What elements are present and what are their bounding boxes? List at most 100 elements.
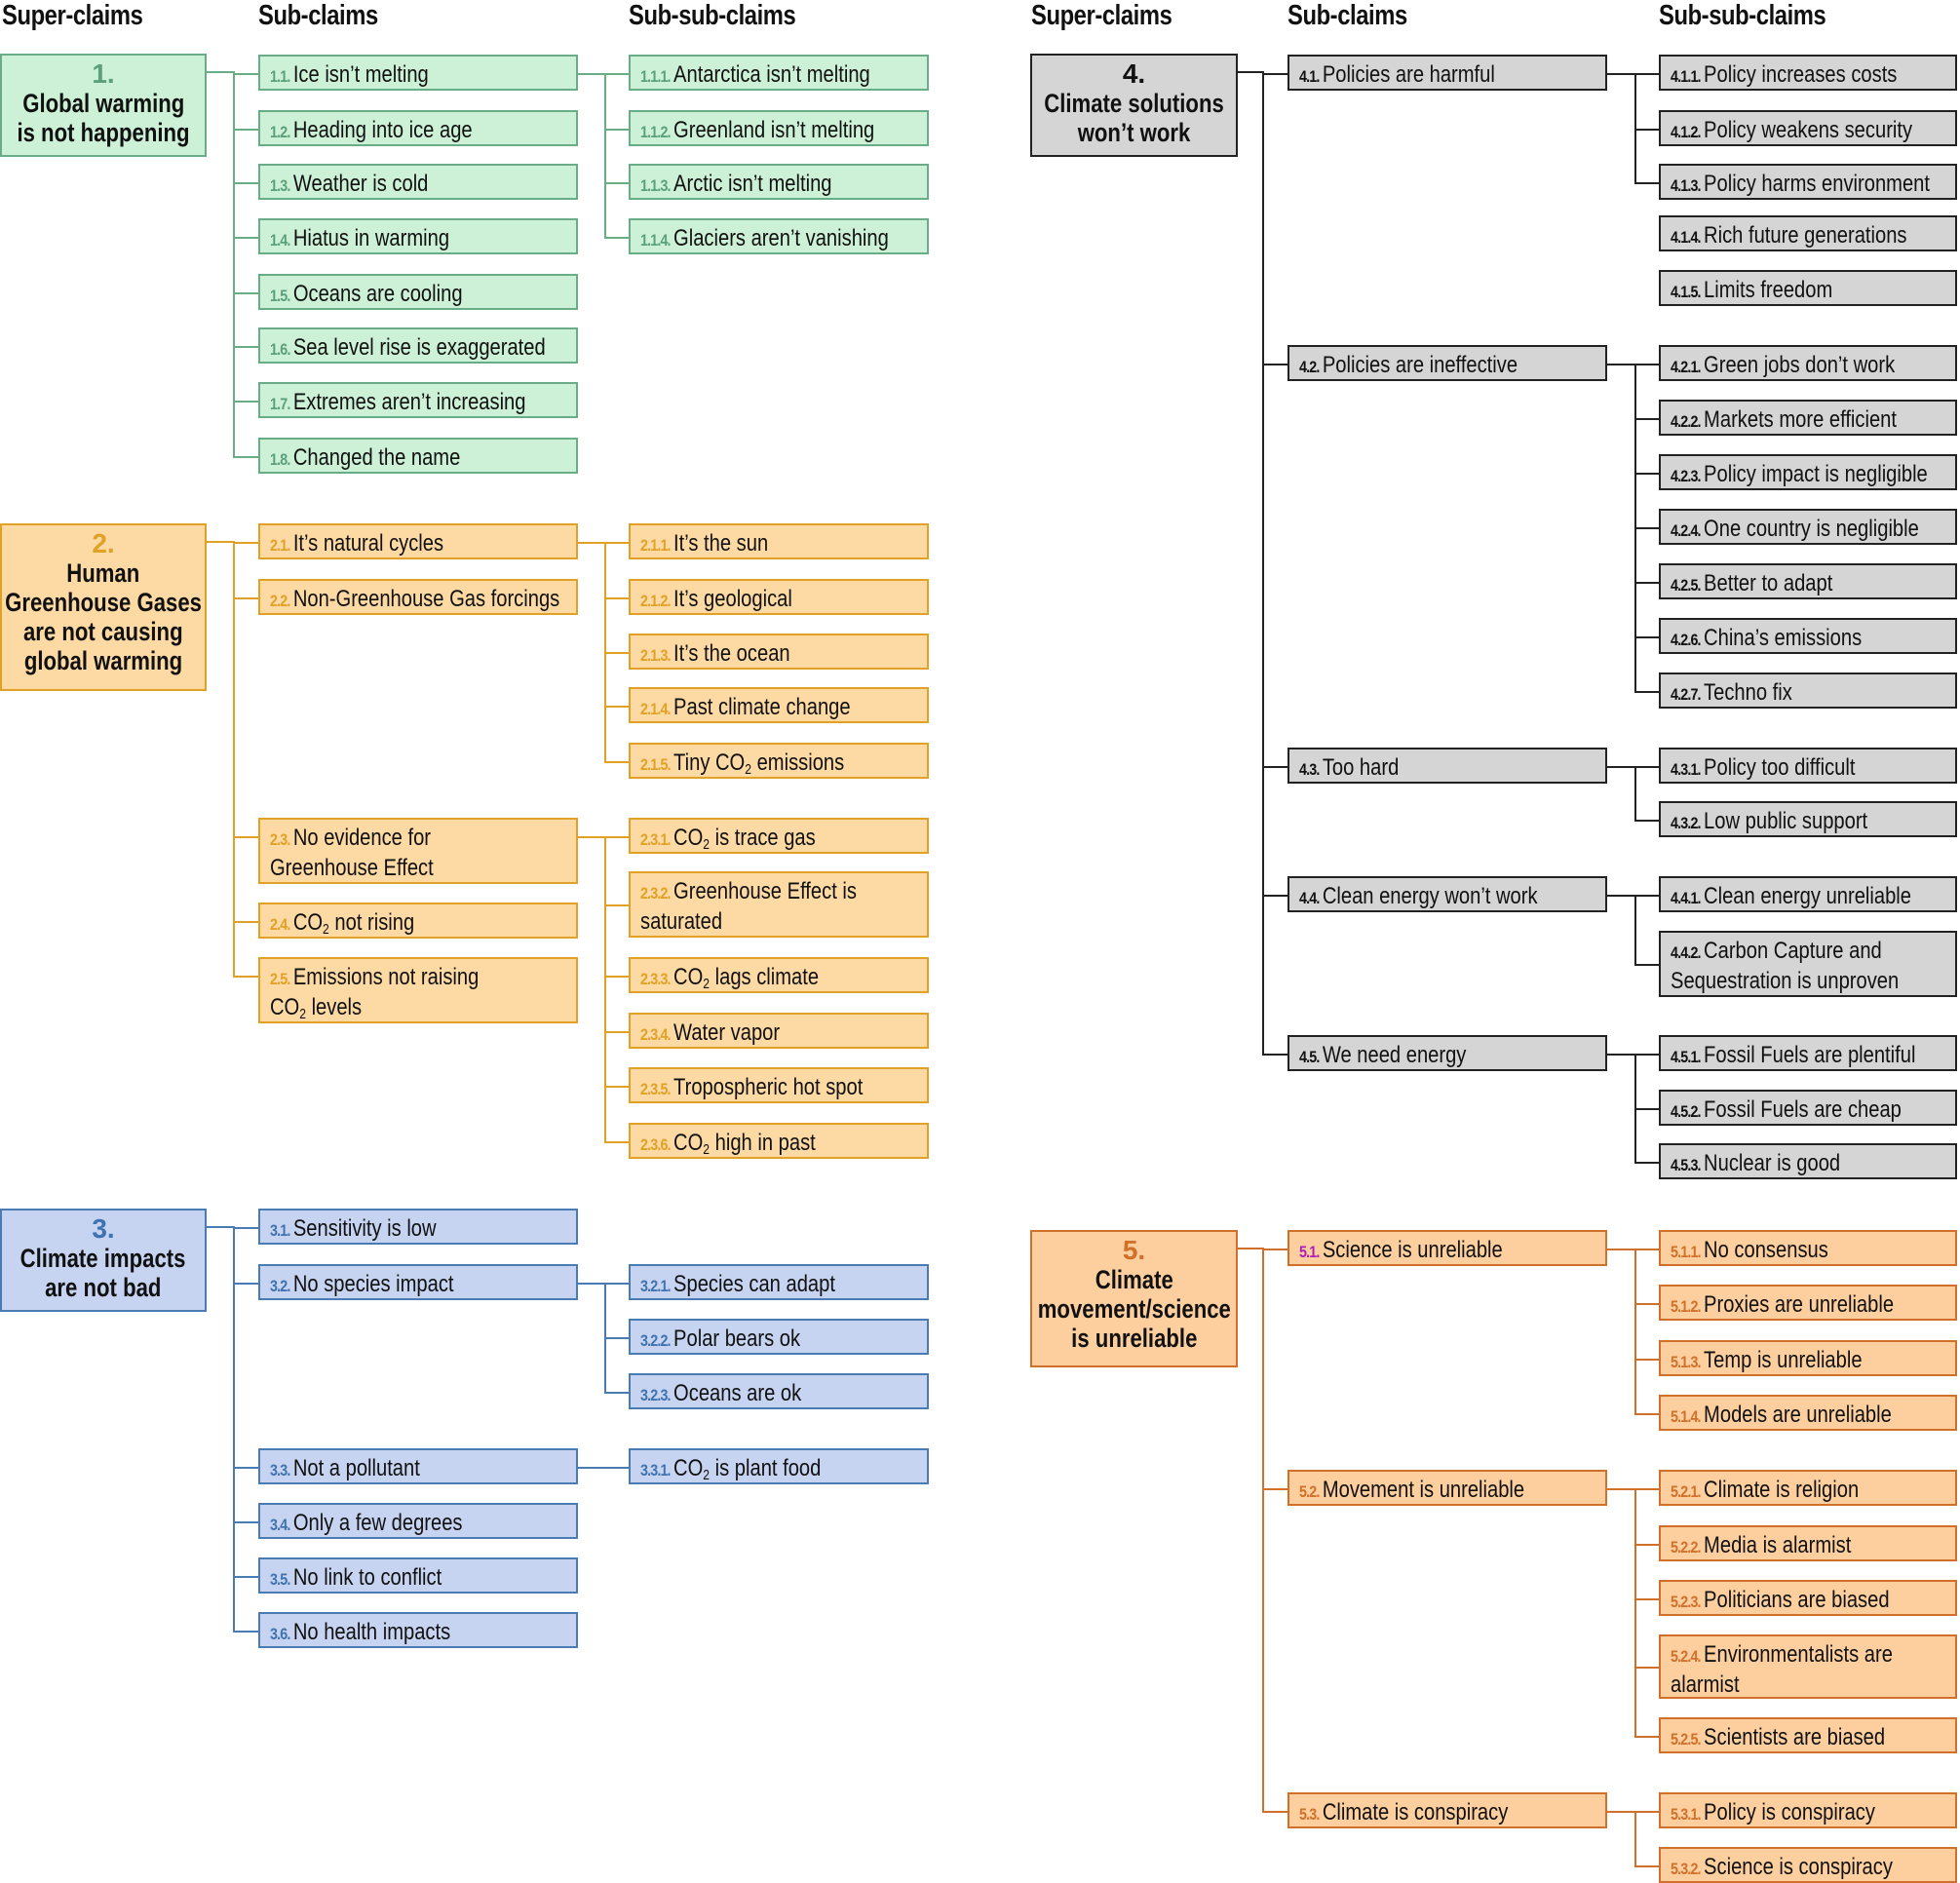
sub-sub-claim-4-1-5[interactable]: 4.1.5. Limits freedom xyxy=(1659,270,1957,306)
super-claim-3[interactable]: 3. Climate impacts are not bad xyxy=(0,1209,207,1312)
sub-claim-4-1[interactable]: 4.1. Policies are harmful xyxy=(1287,55,1607,91)
sub-claim-3-2-text: 3.2. No species impact xyxy=(270,1270,454,1298)
sub-claim-1-6[interactable]: 1.6. Sea level rise is exaggerated xyxy=(258,327,578,364)
sub-claim-2-1[interactable]: 2.1. It’s natural cycles xyxy=(258,523,578,559)
sub-sub-claim-4-1-3[interactable]: 4.1.3. Policy harms environment xyxy=(1659,164,1957,200)
sub-sub-claim-1-1-1[interactable]: 1.1.1. Antarctica isn’t melting xyxy=(629,55,929,91)
connector-line xyxy=(1262,1249,1287,1250)
connector-line xyxy=(1634,1488,1636,1738)
sub-sub-claim-3-2-1[interactable]: 3.2.1. Species can adapt xyxy=(629,1264,929,1300)
sub-sub-claim-4-5-3[interactable]: 4.5.3. Nuclear is good xyxy=(1659,1143,1957,1179)
connector-line xyxy=(207,71,233,73)
sub-claim-3-6[interactable]: 3.6. No health impacts xyxy=(258,1612,578,1648)
sub-sub-claim-2-1-2[interactable]: 2.1.2. It’s geological xyxy=(629,579,929,615)
sub-sub-claim-5-3-2[interactable]: 5.3.2. Science is conspiracy xyxy=(1659,1847,1957,1883)
sub-claim-4-2[interactable]: 4.2. Policies are ineffective xyxy=(1287,345,1607,381)
sub-claim-5-2[interactable]: 5.2. Movement is unreliable xyxy=(1287,1470,1607,1506)
sub-sub-claim-5-1-2-text: 5.1.2. Proxies are unreliable xyxy=(1671,1290,1894,1319)
super-claim-1[interactable]: 1. Global warming is not happening xyxy=(0,54,207,157)
sub-sub-claim-4-4-2[interactable]: 4.4.2. Carbon Capture and Sequestration i… xyxy=(1659,931,1957,997)
sub-sub-claim-2-3-5[interactable]: 2.3.5. Tropospheric hot spot xyxy=(629,1067,929,1103)
sub-claim-1-1[interactable]: 1.1. Ice isn’t melting xyxy=(258,55,578,91)
sub-sub-claim-2-3-4[interactable]: 2.3.4. Water vapor xyxy=(629,1013,929,1049)
claim-label: Carbon Capture and Sequestration is unpr… xyxy=(1671,938,1900,994)
sub-sub-claim-2-3-1[interactable]: 2.3.1. CO2 is trace gas xyxy=(629,818,929,854)
sub-sub-claim-2-3-6[interactable]: 2.3.6. CO2 high in past xyxy=(629,1123,929,1159)
sub-claim-1-3[interactable]: 1.3. Weather is cold xyxy=(258,164,578,200)
claim-number: 5.2. xyxy=(1299,1482,1320,1501)
super-claim-title: movement/science xyxy=(1037,1294,1231,1324)
sub-sub-claim-4-3-2[interactable]: 4.3.2. Low public support xyxy=(1659,801,1957,837)
sub-sub-claim-2-1-5[interactable]: 2.1.5. Tiny CO2 emissions xyxy=(629,743,929,779)
sub-claim-3-5[interactable]: 3.5. No link to conflict xyxy=(258,1557,578,1594)
sub-sub-claim-1-1-3[interactable]: 1.1.3. Arctic isn’t melting xyxy=(629,164,929,200)
claim-label: Sea level rise is exaggerated xyxy=(292,334,546,361)
sub-claim-2-3[interactable]: 2.3. No evidence for Greenhouse Effect xyxy=(258,818,578,884)
sub-sub-claim-2-1-3[interactable]: 2.1.3. It’s the ocean xyxy=(629,634,929,670)
sub-sub-claim-5-1-3[interactable]: 5.1.3. Temp is unreliable xyxy=(1659,1340,1957,1376)
sub-claim-4-3[interactable]: 4.3. Too hard xyxy=(1287,748,1607,784)
sub-sub-claim-5-2-4[interactable]: 5.2.4. Environmentalists are alarmist xyxy=(1659,1634,1957,1699)
sub-claim-4-5[interactable]: 4.5. We need energy xyxy=(1287,1035,1607,1071)
sub-sub-claim-4-1-1[interactable]: 4.1.1. Policy increases costs xyxy=(1659,55,1957,91)
sub-sub-claim-4-4-1[interactable]: 4.4.1. Clean energy unreliable xyxy=(1659,876,1957,912)
sub-sub-claim-4-2-3[interactable]: 4.2.3. Policy impact is negligible xyxy=(1659,454,1957,490)
claim-number: 4.1.2. xyxy=(1671,123,1702,141)
sub-sub-claim-5-1-2[interactable]: 5.1.2. Proxies are unreliable xyxy=(1659,1285,1957,1321)
sub-claim-1-8[interactable]: 1.8. Changed the name xyxy=(258,438,578,474)
sub-claim-3-1[interactable]: 3.1. Sensitivity is low xyxy=(258,1209,578,1245)
sub-sub-claim-4-1-2[interactable]: 4.1.2. Policy weakens security xyxy=(1659,110,1957,146)
super-claim-4[interactable]: 4. Climate solutions won’t work xyxy=(1030,54,1238,157)
sub-claim-5-1[interactable]: 5.1. Science is unreliable xyxy=(1287,1230,1607,1266)
sub-claim-1-2[interactable]: 1.2. Heading into ice age xyxy=(258,110,578,146)
sub-sub-claim-2-3-3[interactable]: 2.3.3. CO2 lags climate xyxy=(629,957,929,993)
sub-claim-5-3[interactable]: 5.3. Climate is conspiracy xyxy=(1287,1792,1607,1828)
sub-sub-claim-4-2-7[interactable]: 4.2.7. Techno fix xyxy=(1659,672,1957,709)
sub-claim-3-3[interactable]: 3.3. Not a pollutant xyxy=(258,1448,578,1484)
sub-sub-claim-3-2-2[interactable]: 3.2.2. Polar bears ok xyxy=(629,1319,929,1355)
sub-sub-claim-2-1-3-text: 2.1.3. It’s the ocean xyxy=(640,639,790,668)
sub-sub-claim-4-5-2[interactable]: 4.5.2. Fossil Fuels are cheap xyxy=(1659,1090,1957,1126)
sub-claim-1-7[interactable]: 1.7. Extremes aren’t increasing xyxy=(258,382,578,418)
connector-line xyxy=(1634,1667,1659,1669)
sub-sub-claim-3-2-3[interactable]: 3.2.3. Oceans are ok xyxy=(629,1373,929,1409)
sub-sub-claim-4-5-2-text: 4.5.2. Fossil Fuels are cheap xyxy=(1671,1095,1902,1124)
sub-sub-claim-4-2-5[interactable]: 4.2.5. Better to adapt xyxy=(1659,563,1957,599)
sub-claim-3-4[interactable]: 3.4. Only a few degrees xyxy=(258,1503,578,1539)
sub-sub-claim-5-1-1[interactable]: 5.1.1. No consensus xyxy=(1659,1230,1957,1266)
sub-sub-claim-4-3-1[interactable]: 4.3.1. Policy too difficult xyxy=(1659,748,1957,784)
sub-claim-2-2[interactable]: 2.2. Non-Greenhouse Gas forcings xyxy=(258,579,578,615)
sub-claim-3-2[interactable]: 3.2. No species impact xyxy=(258,1264,578,1300)
sub-claim-2-5[interactable]: 2.5. Emissions not raising CO2 levels xyxy=(258,957,578,1023)
sub-sub-claim-5-2-5[interactable]: 5.2.5. Scientists are biased xyxy=(1659,1717,1957,1753)
sub-sub-claim-2-3-2[interactable]: 2.3.2. Greenhouse Effect is saturated xyxy=(629,871,929,938)
sub-sub-claim-5-1-4[interactable]: 5.1.4. Models are unreliable xyxy=(1659,1395,1957,1431)
sub-sub-claim-2-1-1[interactable]: 2.1.1. It’s the sun xyxy=(629,523,929,559)
connector-line xyxy=(1607,1054,1634,1056)
super-claim-title: won’t work xyxy=(1077,118,1191,147)
super-claim-2[interactable]: 2. Human Greenhouse Gases are not causing gl… xyxy=(0,523,207,691)
sub-sub-claim-4-5-1[interactable]: 4.5.1. Fossil Fuels are plentiful xyxy=(1659,1035,1957,1071)
sub-sub-claim-4-2-1[interactable]: 4.2.1. Green jobs don’t work xyxy=(1659,345,1957,381)
sub-sub-claim-3-3-1[interactable]: 3.3.1. CO2 is plant food xyxy=(629,1448,929,1484)
sub-claim-4-4[interactable]: 4.4. Clean energy won’t work xyxy=(1287,876,1607,912)
sub-sub-claim-2-3-3-text: 2.3.3. CO2 lags climate xyxy=(640,963,819,991)
sub-sub-claim-4-2-4[interactable]: 4.2.4. One country is negligible xyxy=(1659,509,1957,545)
sub-sub-claim-2-1-4[interactable]: 2.1.4. Past climate change xyxy=(629,687,929,723)
claim-number: 1.7. xyxy=(270,395,290,413)
sub-claim-1-5[interactable]: 1.5. Oceans are cooling xyxy=(258,274,578,310)
sub-sub-claim-4-2-6[interactable]: 4.2.6. China’s emissions xyxy=(1659,618,1957,654)
sub-sub-claim-5-2-3[interactable]: 5.2.3. Politicians are biased xyxy=(1659,1580,1957,1616)
super-claim-5[interactable]: 5. Climate movement/science is unreliable xyxy=(1030,1230,1238,1367)
sub-sub-claim-4-1-4[interactable]: 4.1.4. Rich future generations xyxy=(1659,215,1957,251)
sub-claim-2-4[interactable]: 2.4. CO2 not rising xyxy=(258,903,578,939)
sub-sub-claim-5-2-1[interactable]: 5.2.1. Climate is religion xyxy=(1659,1470,1957,1506)
sub-sub-claim-4-2-2[interactable]: 4.2.2. Markets more efficient xyxy=(1659,400,1957,436)
sub-sub-claim-4-1-1-text: 4.1.1. Policy increases costs xyxy=(1671,60,1897,89)
sub-sub-claim-1-1-4[interactable]: 1.1.4. Glaciers aren’t vanishing xyxy=(629,218,929,254)
sub-claim-1-4[interactable]: 1.4. Hiatus in warming xyxy=(258,218,578,254)
sub-sub-claim-5-3-1[interactable]: 5.3.1. Policy is conspiracy xyxy=(1659,1792,1957,1828)
sub-sub-claim-5-2-2[interactable]: 5.2.2. Media is alarmist xyxy=(1659,1525,1957,1561)
connector-line xyxy=(1238,1248,1262,1249)
sub-sub-claim-1-1-2[interactable]: 1.1.2. Greenland isn’t melting xyxy=(629,110,929,146)
